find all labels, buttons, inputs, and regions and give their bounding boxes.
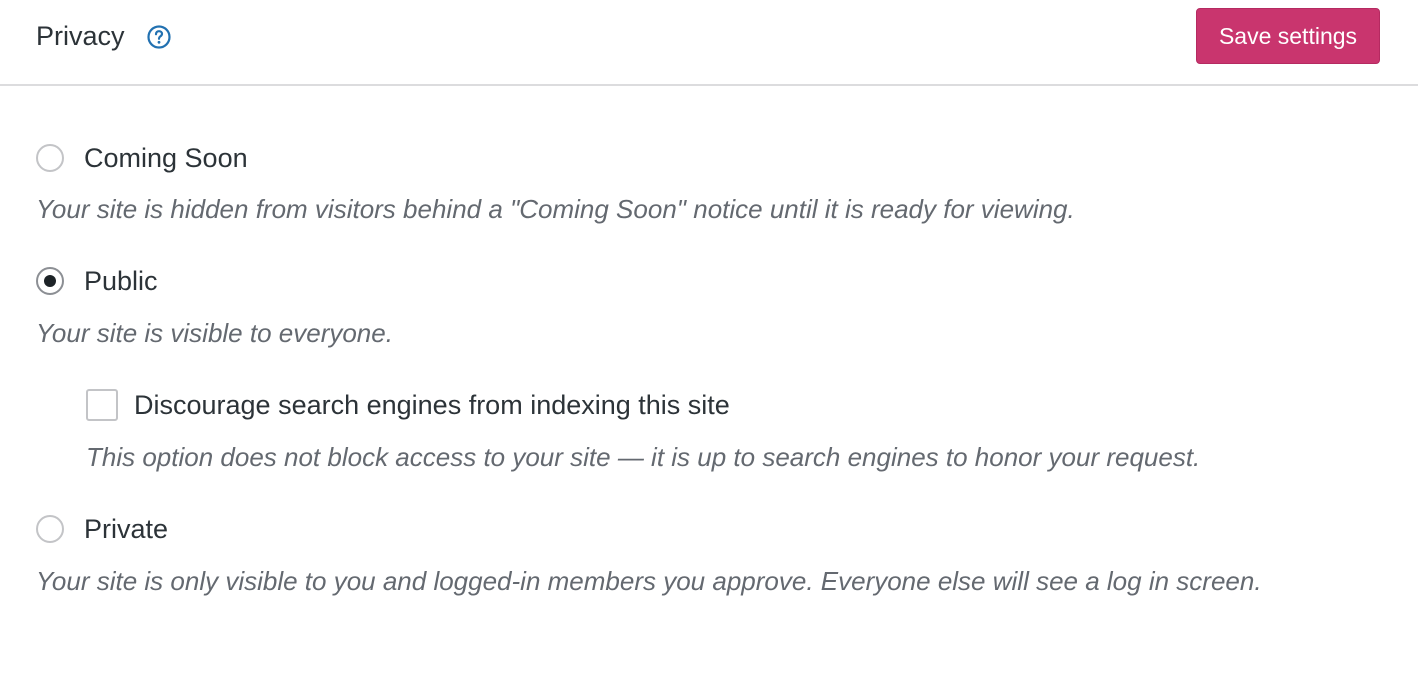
coming-soon-option[interactable]: Coming Soon bbox=[36, 141, 248, 175]
private-label: Private bbox=[84, 514, 169, 544]
public-option[interactable]: Public bbox=[36, 264, 158, 298]
discourage-search-description: This option does not block access to you… bbox=[86, 442, 1201, 472]
public-radio[interactable] bbox=[36, 267, 64, 295]
private-radio[interactable] bbox=[36, 515, 64, 543]
coming-soon-radio[interactable] bbox=[36, 144, 64, 172]
private-option[interactable]: Private bbox=[36, 512, 168, 546]
save-settings-button[interactable]: Save settings bbox=[1196, 8, 1380, 64]
coming-soon-description: Your site is hidden from visitors behind… bbox=[36, 194, 1075, 224]
public-description: Your site is visible to everyone. bbox=[36, 318, 393, 348]
page-title: Privacy bbox=[36, 21, 125, 51]
settings-header: Privacy Save settings bbox=[0, 0, 1418, 86]
help-circle-icon[interactable] bbox=[146, 24, 172, 50]
private-description: Your site is only visible to you and log… bbox=[36, 566, 1262, 596]
public-label: Public bbox=[84, 266, 158, 296]
discourage-search-option[interactable]: Discourage search engines from indexing … bbox=[86, 388, 730, 422]
discourage-search-label: Discourage search engines from indexing … bbox=[134, 390, 730, 420]
coming-soon-label: Coming Soon bbox=[84, 143, 248, 173]
discourage-search-checkbox[interactable] bbox=[86, 389, 118, 421]
